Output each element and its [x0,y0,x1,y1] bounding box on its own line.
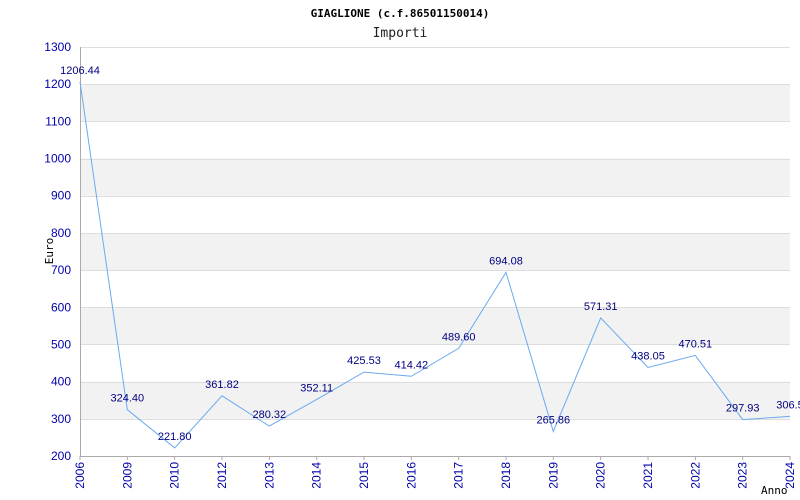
plot-band [80,84,790,122]
data-label: 280.32 [253,409,287,421]
y-tick-label: 900 [51,189,71,203]
plot-band [80,158,790,196]
y-tick-label: 1200 [44,77,71,91]
plot-band [80,195,790,233]
y-tick-label: 400 [51,375,71,389]
plot-band [80,270,790,308]
x-tick-label: 2016 [404,462,418,489]
plot-band [80,121,790,159]
x-tick-label: 2020 [594,462,608,489]
data-label: 489.60 [442,331,476,343]
data-label: 1206.44 [60,65,100,77]
data-label: 352.11 [300,382,333,394]
chart-subtitle: Importi [373,26,428,41]
y-tick-label: 1300 [44,40,71,54]
x-tick-label: 2015 [357,462,371,489]
data-label: 414.42 [395,359,429,371]
x-tick-label: 2017 [452,462,466,489]
data-label: 571.31 [584,301,618,313]
data-label: 694.08 [489,255,523,267]
plot-band [80,381,790,419]
y-tick-label: 1000 [44,152,71,166]
plot-band [80,47,790,85]
x-tick-label: 2014 [310,462,324,489]
data-label: 470.51 [679,338,713,350]
x-tick-label: 2022 [688,462,702,489]
data-label: 221.80 [158,431,192,443]
line-chart: GIAGLIONE (c.f.86501150014) Importi 200 3… [43,7,800,497]
y-tick-label: 200 [51,449,71,463]
plot-background [80,47,790,456]
y-tick-label: 500 [51,337,71,351]
data-label: 438.05 [631,350,665,362]
x-tick-label: 2012 [215,462,229,489]
y-tick-label: 300 [51,412,71,426]
plot-band [80,232,790,271]
x-tick-labels: 2006 2009 2010 2012 2013 2014 2015 2016 2017 2018… [73,462,797,489]
x-tick-label: 2010 [168,462,182,489]
data-label: 265.86 [537,415,571,427]
data-label: 425.53 [347,355,381,367]
data-label: 297.93 [726,403,760,415]
x-tick-label: 2009 [120,462,134,489]
data-label: 324.40 [111,393,145,405]
x-axis-label: Anno [761,484,788,497]
x-tick-label: 2019 [546,462,560,489]
y-axis-label: Euro [43,238,56,265]
y-tick-label: 600 [51,300,71,314]
data-label: 361.82 [205,379,239,391]
x-tick-label: 2021 [641,462,655,489]
x-tick-label: 2018 [499,462,513,489]
x-tick-label: 2006 [73,462,87,489]
chart-title: GIAGLIONE (c.f.86501150014) [311,7,490,20]
data-label: 306.5 [776,399,800,411]
x-tick-label: 2013 [262,462,276,489]
x-tick-label: 2023 [736,462,750,489]
y-tick-label: 1100 [45,114,71,128]
